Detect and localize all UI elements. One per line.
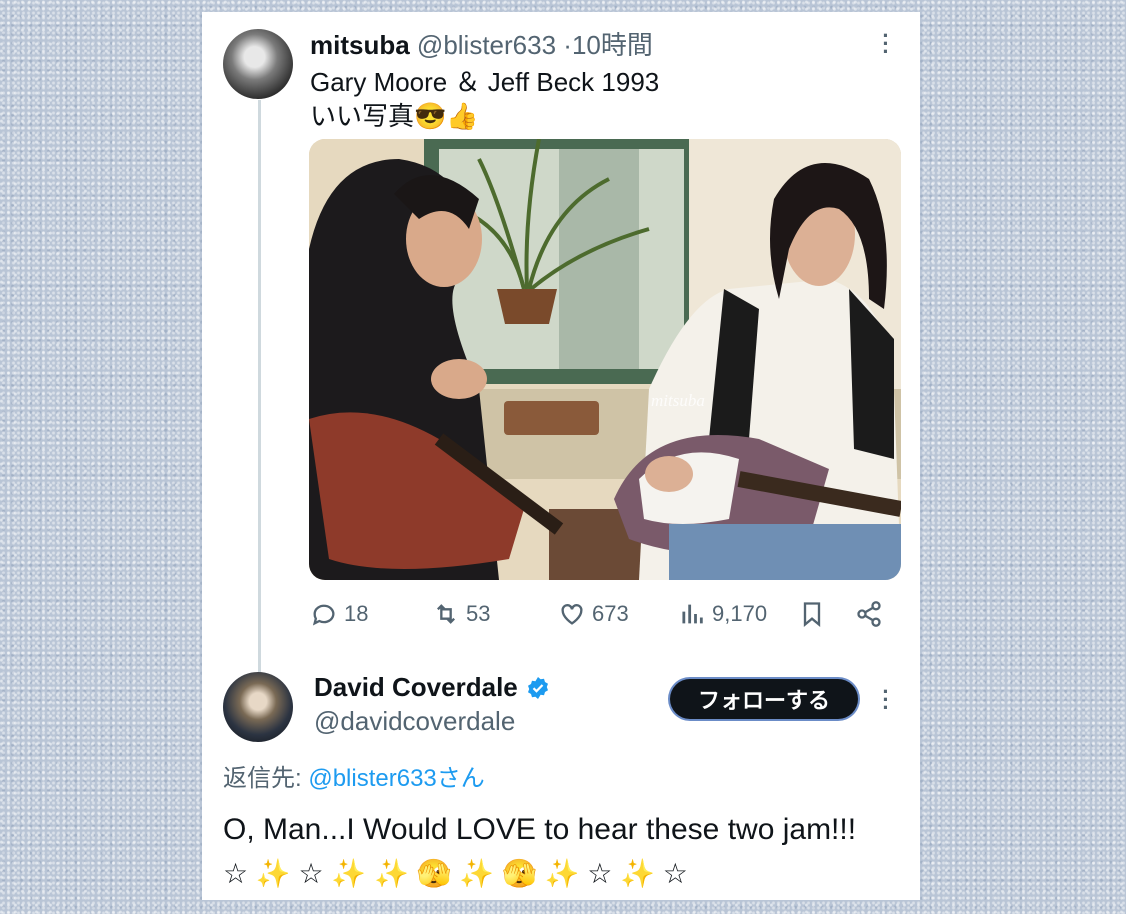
heart-icon: [561, 604, 583, 625]
tweet-time[interactable]: 10時間: [572, 30, 653, 60]
reply-author-name-row: David Coverdale: [314, 672, 550, 703]
photo-illustration: [309, 139, 901, 580]
tweet-actions: 18 53 673 9,170: [310, 600, 900, 634]
reply-author-name[interactable]: David Coverdale: [314, 672, 518, 703]
bookmark-icon: [803, 602, 821, 627]
reply-text: O, Man...I Would LOVE to hear these two …: [223, 808, 873, 896]
tweet-text-line1: Gary Moore ＆ Jeff Beck 1993: [310, 67, 660, 97]
reply-more-dots-icon[interactable]: · · ·: [878, 681, 894, 719]
header-separator: ·: [563, 30, 572, 60]
views-count: 9,170: [712, 601, 768, 626]
views-icon: [682, 604, 703, 624]
reply-count: 18: [344, 601, 369, 626]
tweet-text-line2: いい写真😎👍: [310, 101, 479, 131]
share-icon: [857, 601, 881, 627]
reply-author-handle[interactable]: @davidcoverdale: [314, 706, 515, 737]
reply-button[interactable]: 18: [310, 600, 368, 628]
author-name[interactable]: mitsuba: [310, 30, 410, 60]
tweet-card: mitsuba @blister633 ·10時間 · · · Gary Moore…: [202, 12, 920, 900]
reply-to-line: 返信先: @blister633さん: [223, 758, 485, 793]
reply-to-prefix: 返信先:: [223, 765, 309, 792]
avatar-mitsuba[interactable]: [223, 29, 293, 99]
bookmark-button[interactable]: [798, 600, 826, 628]
retweet-count: 53: [466, 601, 491, 626]
retweet-icon: [437, 604, 455, 624]
like-count: 673: [592, 601, 629, 626]
more-dots-icon[interactable]: · · ·: [878, 25, 894, 63]
like-button[interactable]: 673: [558, 600, 629, 628]
verified-badge-icon: [527, 676, 548, 699]
avatar-davidcoverdale[interactable]: [223, 672, 293, 742]
photo-watermark: mitsuba: [651, 391, 705, 410]
tweet-photo[interactable]: mitsuba: [309, 139, 901, 580]
reply-icon: [312, 604, 335, 626]
share-button[interactable]: [855, 600, 883, 628]
reply-text-body: O, Man...I Would LOVE to hear these two …: [223, 813, 857, 846]
thread-connector-line: [258, 100, 261, 678]
views-button[interactable]: 9,170: [678, 600, 767, 628]
reply-to-link[interactable]: @blister633さん: [308, 765, 484, 792]
reply-emojis: ☆ ✨ ☆ ✨ ✨ 🫣 ✨ 🫣 ✨ ☆ ✨ ☆: [223, 858, 688, 889]
retweet-button[interactable]: 53: [432, 600, 490, 628]
tweet-header: mitsuba @blister633 ·10時間: [310, 25, 653, 62]
follow-button[interactable]: フォローする: [670, 679, 858, 719]
author-handle[interactable]: @blister633: [417, 30, 556, 60]
